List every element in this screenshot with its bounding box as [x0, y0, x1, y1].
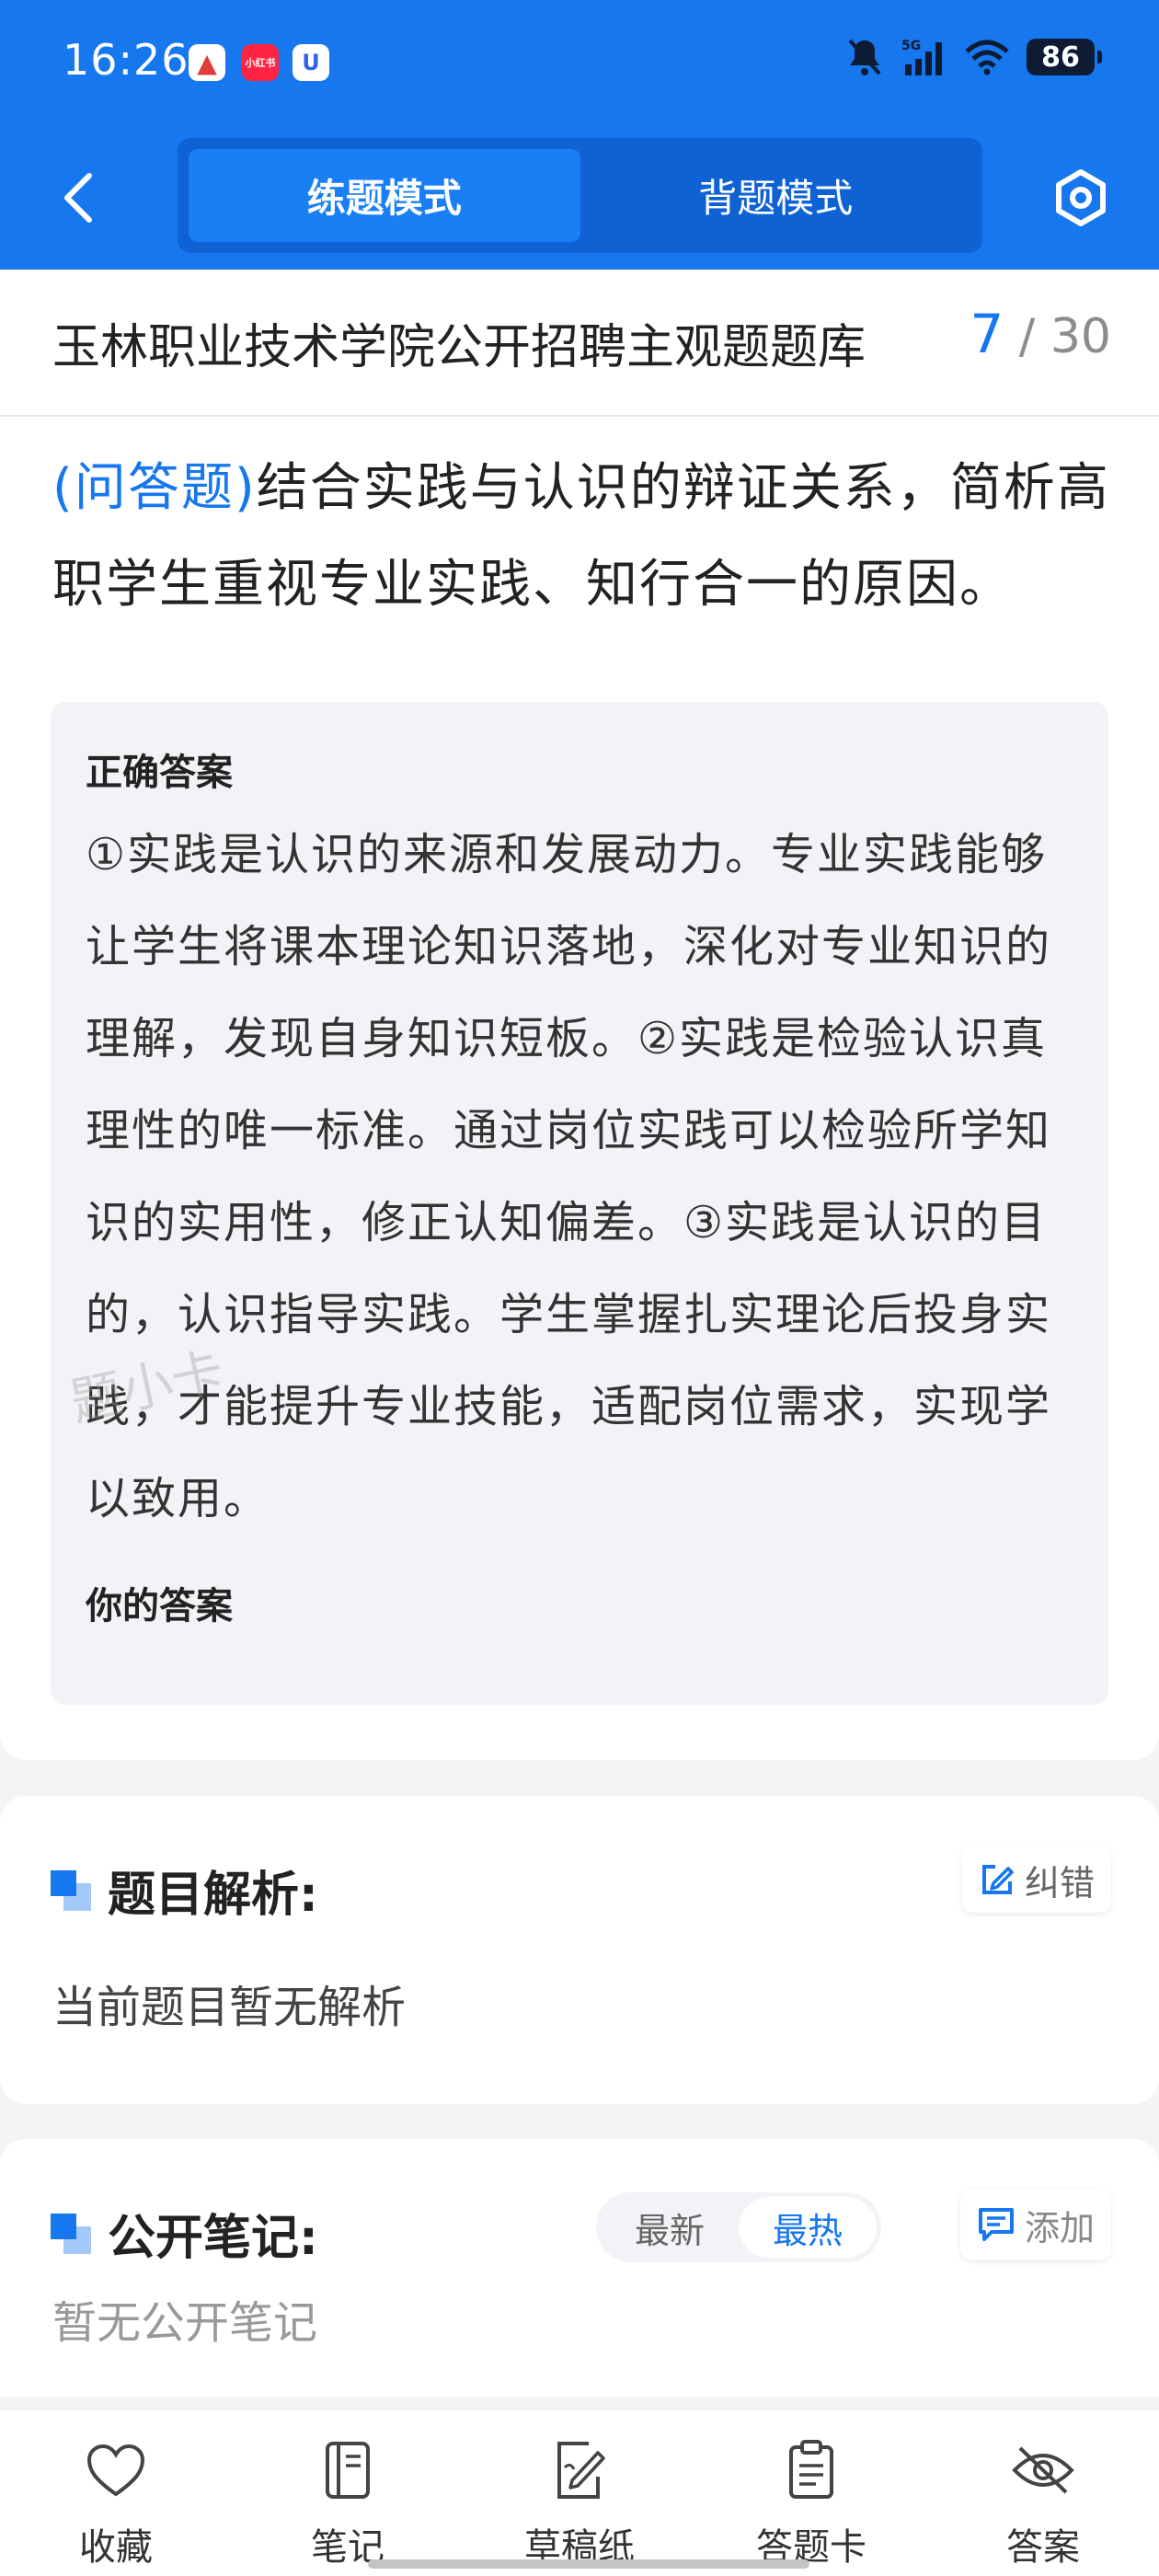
answer-box: 正确答案 ①实践是认识的来源和发展动力。专业实践能够让学生将课本理论知识落地，深…	[51, 702, 1108, 1705]
favorite-button[interactable]: 收藏	[0, 2410, 232, 2576]
notes-button[interactable]: 笔记	[232, 2410, 464, 2576]
question-card: 玉林职业技术学院公开招聘主观题题库 7 / 30 (问答题)结合实践与认识的辩证…	[0, 270, 1159, 1760]
eye-off-icon	[1011, 2438, 1075, 2502]
correct-answer-text: ①实践是认识的来源和发展动力。专业实践能够让学生将课本理论知识落地，深化对专业知…	[86, 829, 1052, 1524]
draft-paper-icon	[547, 2438, 612, 2502]
report-error-button[interactable]: 纠错	[961, 1846, 1111, 1913]
draft-paper-button[interactable]: 草稿纸	[464, 2410, 695, 2576]
section-square-icon	[51, 2213, 91, 2254]
analysis-heading-text: 题目解析:	[108, 1868, 318, 1923]
shield-app-icon: U	[293, 44, 329, 81]
toggle-answer-label: 答案	[1006, 2526, 1080, 2569]
report-error-label: 纠错	[1024, 1862, 1095, 1903]
battery-indicator: 86	[1027, 39, 1102, 75]
system-icons: 5G 86	[846, 37, 1102, 77]
heart-icon	[84, 2438, 148, 2502]
edit-icon	[981, 1865, 1014, 1894]
analysis-heading: 题目解析:	[51, 1856, 318, 1925]
notes-sort-toggle: 最新 最热	[596, 2192, 881, 2262]
toggle-answer-button[interactable]: 答案	[927, 2410, 1159, 2576]
settings-button[interactable]	[1049, 166, 1113, 230]
battery-level: 86	[1041, 40, 1080, 74]
analysis-card: 题目解析: 纠错 当前题目暂无解析	[0, 1796, 1159, 2104]
home-indicator[interactable]	[368, 2559, 809, 2569]
bell-off-icon	[848, 39, 881, 75]
answer-card-button[interactable]: 答题卡	[695, 2410, 927, 2576]
mode-switch: 练题模式 背题模式	[178, 138, 982, 253]
question-bank-title: 玉林职业技术学院公开招聘主观题题库	[52, 320, 866, 375]
question-type: (问答题)	[52, 458, 257, 518]
network-label: 5G	[901, 39, 921, 53]
question-text: (问答题)结合实践与认识的辩证关系，简析高职学生重视专业实践、知行合一的原因。	[52, 440, 1119, 633]
question-bank-header: 玉林职业技术学院公开招聘主观题题库 7 / 30	[0, 270, 1159, 417]
your-answer-label: 你的答案	[86, 1585, 233, 1627]
answer-card-icon	[779, 2438, 843, 2502]
notes-empty-text: 暂无公开笔记	[52, 2297, 318, 2349]
top-header: 16:26 ▲ 小红书 U 5G 86 练题模式 背题模式	[0, 0, 1159, 270]
tab-recite-mode[interactable]: 背题模式	[580, 149, 972, 242]
chevron-left-icon	[64, 173, 92, 223]
notes-heading-text: 公开笔记:	[108, 2211, 318, 2266]
favorite-label: 收藏	[79, 2526, 153, 2569]
notebook-icon	[316, 2438, 380, 2502]
add-note-button[interactable]: 添加	[959, 2190, 1111, 2260]
signal-icon: 5G	[901, 39, 942, 75]
notes-heading: 公开笔记:	[51, 2199, 318, 2268]
mode-nav: 练题模式 背题模式	[0, 138, 1159, 258]
question-counter[interactable]: 7 / 30	[970, 303, 1111, 365]
total-question-count: 30	[1050, 309, 1111, 364]
comment-icon	[978, 2208, 1014, 2241]
add-note-label: 添加	[1024, 2207, 1095, 2248]
tab-practice-mode[interactable]: 练题模式	[189, 149, 580, 242]
bottom-toolbar: 收藏 笔记 草稿纸 答题卡 答案	[0, 2409, 1159, 2576]
settings-icon	[1056, 169, 1106, 226]
back-button[interactable]	[51, 166, 106, 230]
section-square-icon	[51, 1869, 91, 1911]
sort-newest[interactable]: 最新	[601, 2197, 739, 2258]
public-notes-card: 公开笔记: 最新 最热 添加 暂无公开笔记	[0, 2139, 1159, 2397]
wifi-icon	[965, 40, 1009, 75]
status-bar: 16:26 ▲ 小红书 U 5G 86	[0, 0, 1159, 129]
status-time: 16:26	[63, 35, 189, 85]
xiaohongshu-icon: 小红书	[242, 44, 279, 81]
current-question-number: 7	[970, 303, 1004, 365]
sort-hottest[interactable]: 最热	[739, 2197, 877, 2258]
app-red-icon: ▲	[189, 44, 225, 81]
correct-answer-label: 正确答案	[86, 752, 233, 794]
analysis-text: 当前题目暂无解析	[52, 1982, 407, 2033]
